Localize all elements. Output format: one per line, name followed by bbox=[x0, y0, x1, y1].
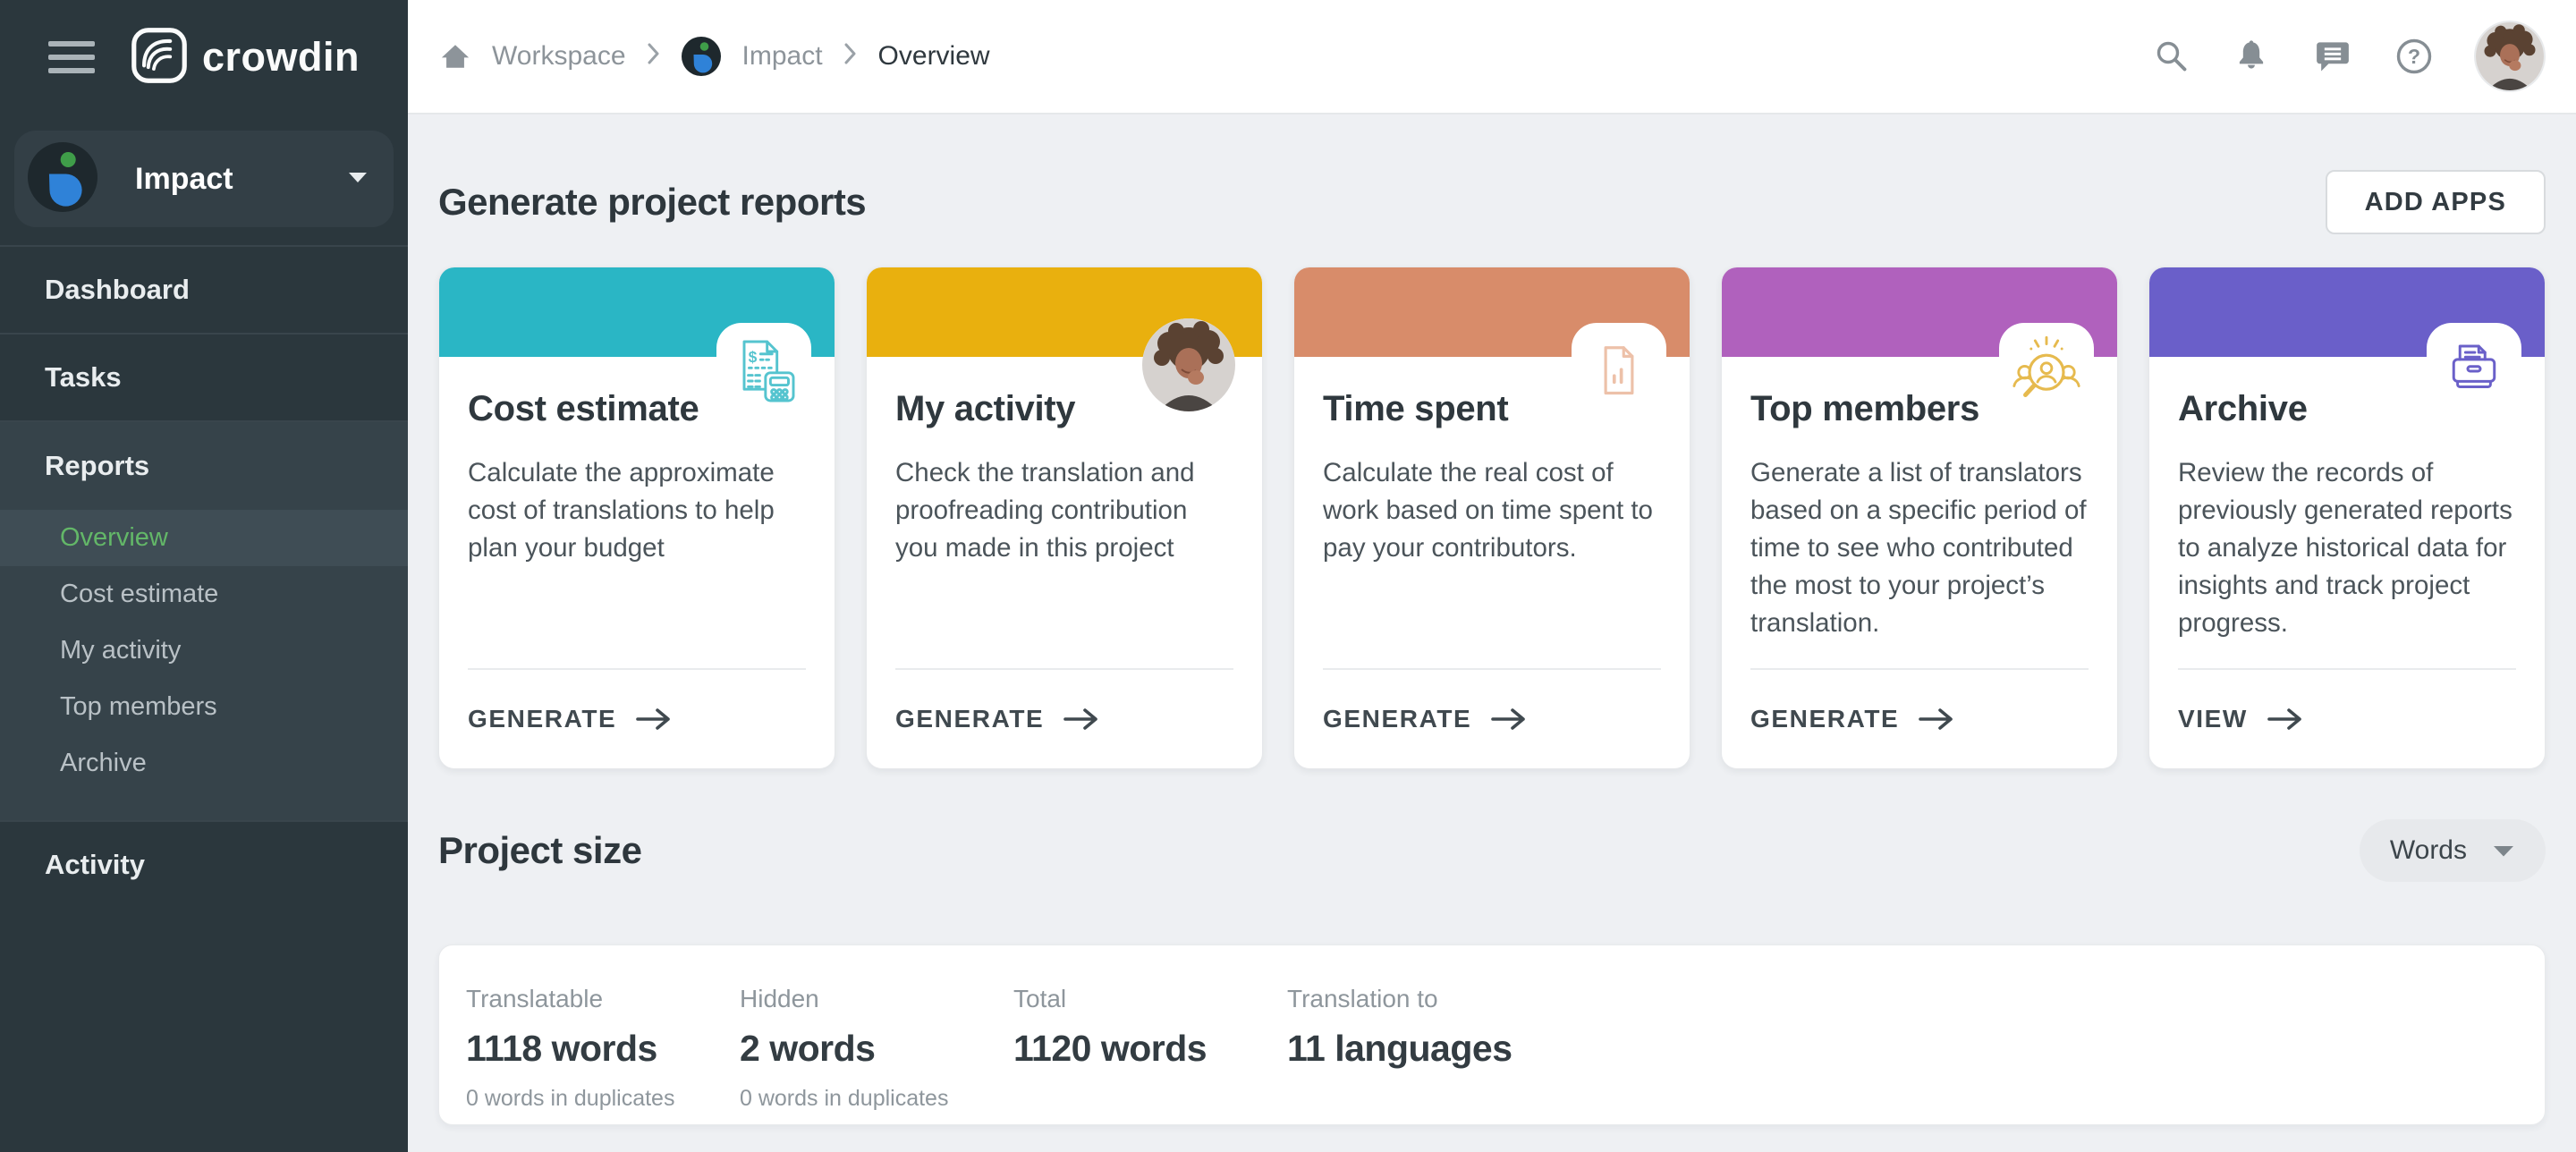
generate-link[interactable]: GENERATE bbox=[895, 668, 1233, 768]
sidebar-item-activity[interactable]: Activity bbox=[0, 820, 408, 908]
member-photo bbox=[1142, 318, 1235, 411]
sidebar-reports-section: Reports Overview Cost estimate My activi… bbox=[0, 420, 408, 820]
generate-link[interactable]: GENERATE bbox=[1323, 668, 1661, 768]
card-my-activity: My activity Check the translation and pr… bbox=[866, 267, 1263, 769]
document-chart-icon bbox=[1572, 323, 1666, 428]
search-icon[interactable] bbox=[2154, 38, 2190, 74]
stat-translatable: Translatable 1118 words 0 words in dupli… bbox=[466, 985, 740, 1124]
home-icon[interactable] bbox=[440, 42, 470, 71]
card-description: Generate a list of translators based on … bbox=[1750, 454, 2089, 642]
report-cards: $ Cost estimate Calculate the approximat… bbox=[438, 267, 2546, 769]
sidebar-item-dashboard[interactable]: Dashboard bbox=[0, 245, 408, 333]
sidebar-item-my-activity[interactable]: My activity bbox=[0, 623, 408, 679]
svg-text:$: $ bbox=[749, 348, 758, 366]
project-size-title: Project size bbox=[438, 829, 641, 872]
arrow-right-icon bbox=[1063, 707, 1099, 732]
arrow-right-icon bbox=[1919, 707, 1954, 732]
unit-selector-dropdown[interactable]: Words bbox=[2360, 819, 2546, 882]
card-description: Check the translation and proofreading c… bbox=[895, 454, 1233, 567]
search-people-icon bbox=[1999, 323, 2094, 428]
crowdin-logo[interactable]: crowdin bbox=[131, 27, 360, 89]
card-description: Review the records of previously generat… bbox=[2178, 454, 2516, 642]
generate-link[interactable]: GENERATE bbox=[468, 668, 806, 768]
add-apps-button[interactable]: ADD APPS bbox=[2326, 170, 2546, 234]
topbar: Workspace Impact Overview bbox=[408, 0, 2576, 114]
arrow-right-icon bbox=[1491, 707, 1527, 732]
arrow-right-icon bbox=[636, 707, 672, 732]
crowdin-wordmark: crowdin bbox=[202, 34, 360, 80]
breadcrumb-overview: Overview bbox=[878, 41, 990, 72]
stat-total: Total 1120 words bbox=[1013, 985, 1287, 1124]
card-description: Calculate the approximate cost of transl… bbox=[468, 454, 806, 567]
sidebar-item-overview[interactable]: Overview bbox=[0, 510, 408, 566]
svg-text:?: ? bbox=[2408, 45, 2420, 68]
user-avatar[interactable] bbox=[2476, 22, 2544, 90]
impact-project-avatar bbox=[28, 142, 97, 216]
view-link[interactable]: VIEW bbox=[2178, 668, 2516, 768]
sidebar-item-archive[interactable]: Archive bbox=[0, 735, 408, 792]
card-description: Calculate the real cost of work based on… bbox=[1323, 454, 1661, 567]
sidebar-header: crowdin bbox=[0, 0, 408, 114]
project-switcher-label: Impact bbox=[135, 162, 347, 197]
stat-hidden: Hidden 2 words 0 words in duplicates bbox=[740, 985, 1013, 1124]
sidebar-nav: Dashboard Tasks Reports Overview Cost es… bbox=[0, 245, 408, 908]
invoice-calculator-icon: $ bbox=[716, 323, 811, 428]
card-cost-estimate: $ Cost estimate Calculate the approximat… bbox=[438, 267, 835, 769]
project-size-header: Project size Words bbox=[438, 819, 2546, 882]
chevron-right-icon bbox=[844, 41, 857, 72]
page-title: Generate project reports bbox=[438, 181, 866, 224]
help-icon[interactable]: ? bbox=[2395, 38, 2433, 75]
sidebar-item-reports[interactable]: Reports bbox=[0, 422, 408, 510]
chevron-down-icon bbox=[2492, 844, 2515, 858]
sidebar-item-cost-estimate[interactable]: Cost estimate bbox=[0, 566, 408, 623]
chevron-down-icon bbox=[347, 171, 369, 188]
hamburger-menu-icon[interactable] bbox=[48, 41, 95, 73]
project-switcher[interactable]: Impact bbox=[14, 131, 394, 227]
topbar-icons: ? bbox=[2154, 22, 2544, 90]
card-archive: Archive Review the records of previously… bbox=[2148, 267, 2546, 769]
crowdin-logo-icon bbox=[131, 27, 188, 89]
card-top-members: Top members Generate a list of translato… bbox=[1721, 267, 2118, 769]
breadcrumb: Workspace Impact Overview bbox=[440, 37, 990, 76]
main-content: Generate project reports ADD APPS $ bbox=[408, 114, 2576, 1152]
sidebar-item-top-members[interactable]: Top members bbox=[0, 679, 408, 735]
chevron-right-icon bbox=[648, 41, 660, 72]
breadcrumb-workspace[interactable]: Workspace bbox=[492, 41, 626, 72]
stat-languages: Translation to 11 languages bbox=[1287, 985, 1561, 1124]
messages-icon[interactable] bbox=[2313, 38, 2352, 75]
archive-box-icon bbox=[2427, 323, 2521, 428]
arrow-right-icon bbox=[2267, 707, 2303, 732]
sidebar-item-tasks[interactable]: Tasks bbox=[0, 333, 408, 420]
impact-project-avatar[interactable] bbox=[682, 37, 721, 76]
card-time-spent: Time spent Calculate the real cost of wo… bbox=[1293, 267, 1690, 769]
project-size-stats: Translatable 1118 words 0 words in dupli… bbox=[438, 944, 2546, 1125]
generate-link[interactable]: GENERATE bbox=[1750, 668, 2089, 768]
notifications-bell-icon[interactable] bbox=[2233, 38, 2270, 74]
breadcrumb-impact[interactable]: Impact bbox=[742, 41, 823, 72]
sidebar: crowdin Impact Dashboard Tasks Reports O… bbox=[0, 0, 408, 1152]
reports-section-header: Generate project reports ADD APPS bbox=[438, 170, 2546, 234]
